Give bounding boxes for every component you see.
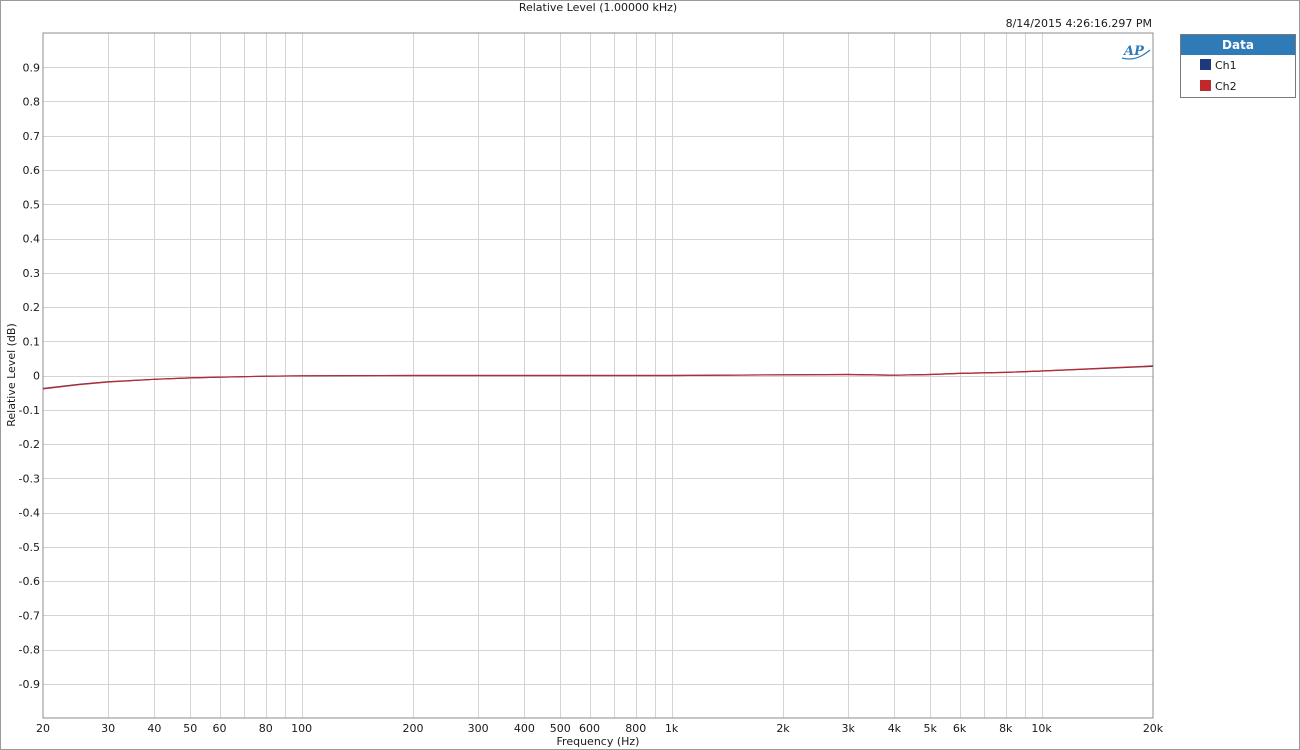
- legend-item-ch2[interactable]: Ch2: [1181, 76, 1295, 97]
- series-line-ch2: [42, 365, 1154, 390]
- chart: Relative Level (1.00000 kHz) 8/14/2015 4…: [5, 1, 1164, 748]
- x-tick-label: 80: [259, 722, 273, 735]
- legend-item-ch1[interactable]: Ch1: [1181, 55, 1295, 76]
- y-tick-label: -0.3: [19, 472, 40, 485]
- legend-swatch-ch1: [1200, 59, 1211, 70]
- x-tick-label: 4k: [888, 722, 902, 735]
- y-tick-label: 0.6: [23, 164, 41, 177]
- y-tick-label: 0.1: [23, 335, 41, 348]
- x-tick-label: 20: [36, 722, 50, 735]
- x-tick-label: 6k: [953, 722, 967, 735]
- legend-title: Data: [1181, 35, 1295, 55]
- x-tick-label: 2k: [776, 722, 790, 735]
- x-tick-label: 600: [579, 722, 600, 735]
- y-axis-label: Relative Level (dB): [5, 323, 18, 427]
- x-tick-label: 5k: [924, 722, 938, 735]
- y-tick-label: -0.4: [19, 507, 40, 520]
- ap-logo-text: AP: [1122, 44, 1145, 59]
- y-tick-label: 0.9: [23, 61, 41, 74]
- y-tick-label: -0.7: [19, 609, 40, 622]
- x-tick-label: 20k: [1143, 722, 1164, 735]
- y-tick-label: 0.4: [23, 233, 41, 246]
- y-tick-label: -0.2: [19, 438, 40, 451]
- x-tick-label: 200: [403, 722, 424, 735]
- y-tick-label: 0.2: [23, 301, 41, 314]
- x-tick-label: 10k: [1031, 722, 1052, 735]
- legend: Data Ch1 Ch2: [1180, 34, 1296, 98]
- y-tick-label: -0.1: [19, 404, 40, 417]
- x-tick-label: 800: [625, 722, 646, 735]
- y-tick-label: -0.6: [19, 575, 40, 588]
- y-tick-label: 0.5: [23, 198, 41, 211]
- legend-label-ch1: Ch1: [1215, 59, 1237, 72]
- x-tick-label: 400: [514, 722, 535, 735]
- legend-label-ch2: Ch2: [1215, 80, 1237, 93]
- y-tick-label: 0.7: [23, 130, 41, 143]
- y-tick-label: -0.5: [19, 541, 40, 554]
- y-tick-label: -0.9: [19, 678, 40, 691]
- x-tick-label: 100: [291, 722, 312, 735]
- legend-swatch-ch2: [1200, 80, 1211, 91]
- ap-logo-icon: AP: [1121, 44, 1151, 60]
- x-tick-label: 50: [183, 722, 197, 735]
- y-tick-label: 0.8: [23, 96, 41, 109]
- y-tick-label: 0.3: [23, 267, 41, 280]
- x-tick-label: 40: [147, 722, 161, 735]
- x-tick-label: 500: [550, 722, 571, 735]
- x-axis-label: Frequency (Hz): [557, 735, 640, 748]
- chart-timestamp: 8/14/2015 4:26:16.297 PM: [1006, 17, 1152, 30]
- series-layer: [42, 365, 1154, 390]
- x-tick-label: 60: [213, 722, 227, 735]
- y-tick-label: 0: [33, 370, 40, 383]
- x-tick-label: 30: [101, 722, 115, 735]
- x-tick-label: 1k: [665, 722, 679, 735]
- x-tick-label: 300: [468, 722, 489, 735]
- chart-title: Relative Level (1.00000 kHz): [519, 1, 677, 14]
- y-tick-label: -0.8: [19, 644, 40, 657]
- x-tick-label: 3k: [841, 722, 855, 735]
- x-tick-label: 8k: [999, 722, 1013, 735]
